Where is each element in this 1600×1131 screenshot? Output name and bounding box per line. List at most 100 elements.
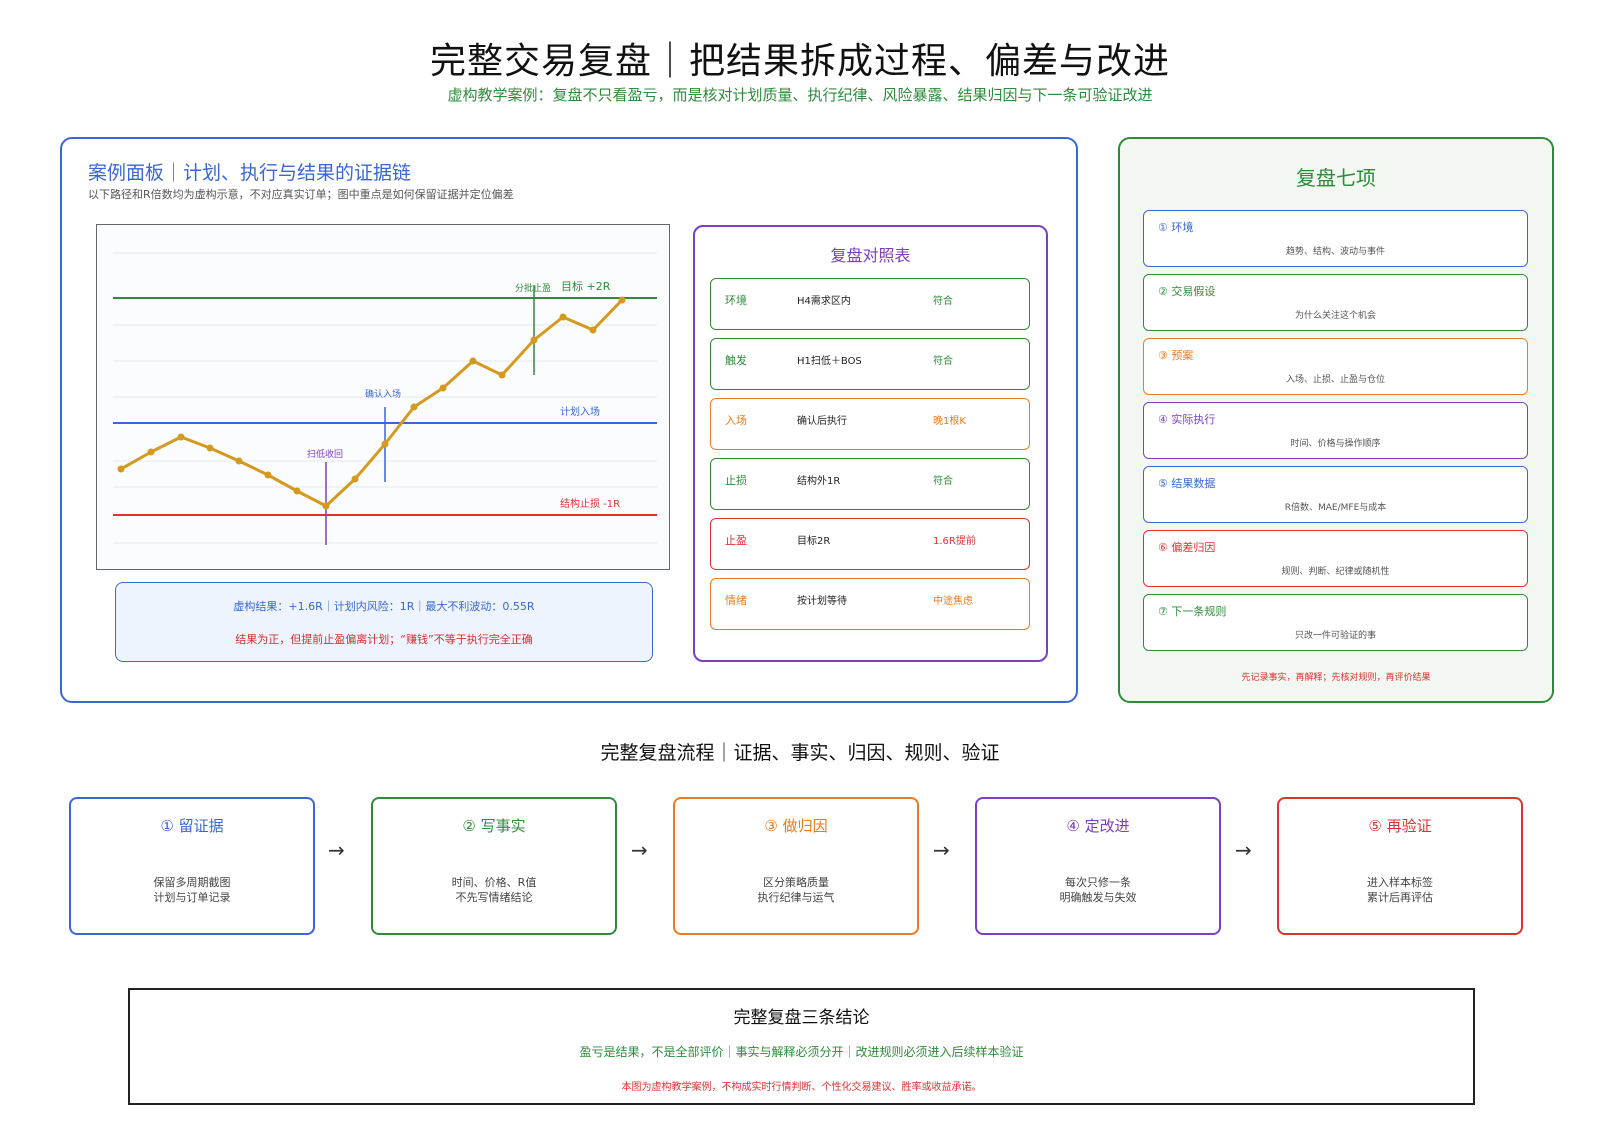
path-point <box>559 313 567 321</box>
path-point <box>469 357 477 365</box>
flow-step-line: 计划与订单记录 <box>153 891 231 904</box>
case-panel-subtitle: 以下路径和R倍数均为虚构示意，不对应真实订单；图中重点是如何保留证据并定位偏差 <box>88 188 514 201</box>
flow-step-verify: ⑤ 再验证 进入样本标签 累计后再评估 <box>1277 797 1523 935</box>
path-point <box>322 502 330 510</box>
compare-verdict: 符合 <box>933 296 953 307</box>
seven-items-note: 先记录事实，再解释；先核对规则，再评价结果 <box>1241 673 1431 683</box>
seven-item-desc: 入场、止损、止盈与仓位 <box>1285 375 1385 385</box>
compare-row-stop: 止损 结构外1R 符合 <box>710 458 1030 510</box>
seven-item-title: ⑥ 偏差归因 <box>1158 541 1216 554</box>
path-point <box>381 440 389 448</box>
compare-detail: H4需求区内 <box>797 296 851 307</box>
path-point <box>147 448 155 456</box>
conclusion-points: 盈亏是结果，不是全部评价｜事实与解释必须分开｜改进规则必须进入后续样本验证 <box>579 1045 1024 1059</box>
page-subtitle: 虚构教学案例：复盘不只看盈亏，而是核对计划质量、执行纪律、风险暴露、结果归因与下… <box>447 86 1153 104</box>
case-panel-title: 案例面板｜计划、执行与结果的证据链 <box>88 162 412 184</box>
flow-title: 完整复盘流程｜证据、事实、归因、规则、验证 <box>600 742 1000 764</box>
flow-step-line: 明确触发与失效 <box>1059 891 1137 904</box>
compare-detail: 按计划等待 <box>797 596 847 607</box>
flow-arrow-icon: → <box>1235 838 1252 862</box>
compare-row-takeprofit: 止盈 目标2R 1.6R提前 <box>710 518 1030 570</box>
path-point <box>439 384 447 392</box>
compare-item: 情绪 <box>725 594 747 607</box>
path-point <box>530 336 538 344</box>
path-point <box>618 296 626 304</box>
seven-item-desc: 时间、价格与操作顺序 <box>1290 439 1381 449</box>
path-point <box>498 371 506 379</box>
seven-item-plan: ③ 预案 入场、止损、止盈与仓位 <box>1143 338 1528 395</box>
flow-step-line: 每次只修一条 <box>1065 876 1131 889</box>
sweep-label: 扫低收回 <box>307 448 343 460</box>
compare-verdict: 1.6R提前 <box>933 536 976 547</box>
result-summary-line: 虚构结果：+1.6R｜计划内风险：1R｜最大不利波动：0.55R <box>233 600 535 613</box>
path-point <box>351 475 359 483</box>
path-point <box>293 487 301 495</box>
compare-row-environment: 环境 H4需求区内 符合 <box>710 278 1030 330</box>
seven-items-title: 复盘七项 <box>1296 166 1376 190</box>
flow-arrow-icon: → <box>933 838 950 862</box>
compare-detail: 目标2R <box>797 536 831 547</box>
seven-item-title: ③ 预案 <box>1158 349 1194 362</box>
conclusion-title: 完整复盘三条结论 <box>733 1008 870 1028</box>
path-point <box>177 433 185 441</box>
path-point <box>117 465 125 473</box>
flow-step-facts: ② 写事实 时间、价格、R值 不先写情绪结论 <box>371 797 617 935</box>
flow-step-line: 累计后再评估 <box>1367 891 1433 904</box>
confirm-entry-label: 确认入场 <box>365 388 401 400</box>
flow-step-title: ④ 定改进 <box>1066 817 1130 835</box>
compare-row-entry: 入场 确认后执行 晚1根K <box>710 398 1030 450</box>
path-point <box>206 444 214 452</box>
seven-item-title: ⑤ 结果数据 <box>1158 477 1216 490</box>
compare-panel-title: 复盘对照表 <box>830 246 911 265</box>
flow-step-line: 进入样本标签 <box>1367 876 1433 889</box>
flow-step-desc: 区分策略质量 执行纪律与运气 <box>675 875 917 905</box>
flow-step-title: ② 写事实 <box>462 817 526 835</box>
compare-item: 触发 <box>725 354 747 367</box>
flow-step-title: ③ 做归因 <box>764 817 828 835</box>
seven-item-title: ② 交易假设 <box>1158 285 1216 298</box>
compare-verdict: 符合 <box>933 476 953 487</box>
path-point <box>264 471 272 479</box>
seven-item-desc: 只改一件可验证的事 <box>1294 631 1376 641</box>
seven-item-environment: ① 环境 趋势、结构、波动与事件 <box>1143 210 1528 267</box>
compare-detail: 结构外1R <box>797 476 841 487</box>
compare-verdict: 符合 <box>933 356 953 367</box>
seven-item-title: ④ 实际执行 <box>1158 413 1216 426</box>
price-path-svg: 目标 +2R 分批止盈 计划入场 确认入场 扫低收回 结构止损 -1R <box>113 252 657 545</box>
path-point <box>589 326 597 334</box>
seven-item-execution: ④ 实际执行 时间、价格与操作顺序 <box>1143 402 1528 459</box>
flow-step-desc: 进入样本标签 累计后再评估 <box>1279 875 1521 905</box>
compare-verdict: 晚1根K <box>933 416 966 427</box>
flow-step-line: 保留多周期截图 <box>153 876 231 889</box>
seven-item-hypothesis: ② 交易假设 为什么关注这个机会 <box>1143 274 1528 331</box>
partial-tp-label: 分批止盈 <box>515 282 551 294</box>
path-point <box>235 457 243 465</box>
seven-item-result: ⑤ 结果数据 R倍数、MAE/MFE与成本 <box>1143 466 1528 523</box>
seven-item-desc: R倍数、MAE/MFE与成本 <box>1284 503 1387 513</box>
price-path-chart: 目标 +2R 分批止盈 计划入场 确认入场 扫低收回 结构止损 -1R <box>96 224 670 570</box>
result-warning-line: 结果为正，但提前止盈偏离计划；“赚钱”不等于执行完全正确 <box>235 633 533 646</box>
compare-row-emotion: 情绪 按计划等待 中途焦虑 <box>710 578 1030 630</box>
flow-step-evidence: ① 留证据 保留多周期截图 计划与订单记录 <box>69 797 315 935</box>
flow-step-desc: 保留多周期截图 计划与订单记录 <box>71 875 313 905</box>
seven-item-desc: 为什么关注这个机会 <box>1294 311 1376 321</box>
flow-step-line: 不先写情绪结论 <box>455 891 533 904</box>
page-title: 完整交易复盘｜把结果拆成过程、偏差与改进 <box>429 41 1170 82</box>
flow-arrow-icon: → <box>328 838 345 862</box>
price-path-line <box>120 298 624 508</box>
compare-detail: H1扫低＋BOS <box>797 356 862 367</box>
seven-item-next-rule: ⑦ 下一条规则 只改一件可验证的事 <box>1143 594 1528 651</box>
seven-item-title: ① 环境 <box>1158 221 1194 234</box>
target-label: 目标 +2R <box>561 279 611 293</box>
conclusion-disclaimer: 本图为虚构教学案例，不构成实时行情判断、个性化交易建议、胜率或收益承诺。 <box>621 1082 982 1093</box>
seven-item-desc: 规则、判断、纪律或随机性 <box>1281 567 1390 577</box>
stop-label: 结构止损 -1R <box>560 497 620 510</box>
compare-verdict: 中途焦虑 <box>933 596 973 607</box>
flow-step-line: 执行纪律与运气 <box>757 891 835 904</box>
compare-row-trigger: 触发 H1扫低＋BOS 符合 <box>710 338 1030 390</box>
compare-detail: 确认后执行 <box>797 416 847 427</box>
flow-step-attribution: ③ 做归因 区分策略质量 执行纪律与运气 <box>673 797 919 935</box>
result-summary-box <box>115 582 653 662</box>
flow-step-title: ⑤ 再验证 <box>1368 817 1432 835</box>
path-point <box>410 403 418 411</box>
